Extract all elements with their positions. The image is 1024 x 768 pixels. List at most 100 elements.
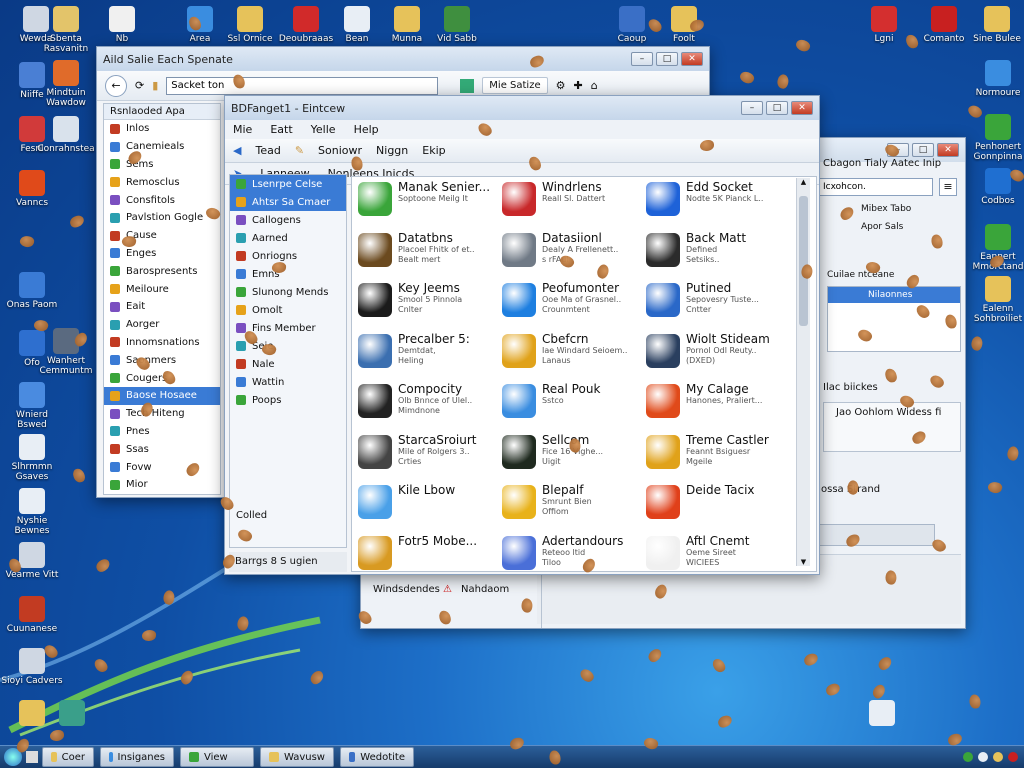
back-list-item[interactable]: Innomsnations [104, 334, 220, 352]
app-tile[interactable]: Sellcom Fice 16 Vighe... Uigit [502, 433, 646, 484]
start-icon[interactable] [4, 748, 22, 766]
app-tile[interactable]: Edd Socket Nodte 5K Pianck L.. [646, 180, 790, 231]
back-list-item[interactable]: Inlos [104, 120, 220, 138]
desktop-icon[interactable]: Wanhert Cemmuntm [34, 328, 98, 376]
minimize-button[interactable]: – [741, 101, 763, 115]
scroll-thumb[interactable] [799, 196, 808, 326]
desktop-icon[interactable]: Nb [90, 6, 154, 44]
back-list-item[interactable]: Cause [104, 227, 220, 245]
desktop-icon[interactable]: Sine Bulee [965, 6, 1024, 44]
right-dropdown[interactable]: Nilaonnes [828, 287, 960, 303]
address-input[interactable] [166, 76, 439, 95]
app-tile[interactable]: Datasiionl Dealy A Frellenett.. s rFAul [502, 231, 646, 282]
menu-item[interactable]: Mie [233, 123, 252, 136]
toolbar-item[interactable]: Ekip [422, 144, 445, 157]
desktop-icon[interactable]: Conrahnstea [34, 116, 98, 154]
desktop-icon[interactable]: Onas Paom [0, 272, 64, 310]
back-list-item[interactable]: Saonmers [104, 351, 220, 369]
back-icon[interactable]: ◀ [233, 144, 241, 157]
desktop-icon[interactable]: Mindtuin Wawdow [34, 60, 98, 108]
back-list-item[interactable]: Pavlstion Gogle [104, 209, 220, 227]
sidebar-item[interactable]: Fins Member [230, 319, 346, 337]
desktop-icon[interactable]: Foolt [652, 6, 716, 44]
quicklaunch-icon[interactable] [26, 751, 38, 763]
desktop-icon[interactable]: Wnierd Bswed [0, 382, 64, 430]
main-window-titlebar[interactable]: BDFanget1 - Eintcew – □ ✕ [225, 96, 819, 120]
app-tile[interactable]: Fotr5 Mobe... [358, 534, 502, 585]
app-tile[interactable]: Putined Sepovesry Tuste... Cntter [646, 281, 790, 332]
minimize-button[interactable]: – [631, 52, 653, 66]
plus-icon[interactable]: ✚ [573, 79, 582, 92]
sidebar-item[interactable]: Omolt [230, 301, 346, 319]
scroll-down-icon[interactable]: ▼ [797, 558, 810, 566]
option-one[interactable]: Mibex Tabo [861, 204, 911, 214]
desktop-icon[interactable]: Normoure [966, 60, 1024, 98]
menu-item[interactable]: Eatt [270, 123, 292, 136]
gear-icon[interactable]: ⚙ [556, 79, 566, 92]
tray-security-icon[interactable] [1008, 752, 1018, 762]
back-list-item[interactable]: Remosclus [104, 173, 220, 191]
back-list-item[interactable]: Aorger [104, 316, 220, 334]
sidebar-item[interactable]: Slunong Mends [230, 283, 346, 301]
app-tile[interactable]: StarcaSroiurt Mile of Rolgers 3.. Crties [358, 433, 502, 484]
desktop-icon[interactable]: Codbos [966, 168, 1024, 206]
maximize-button[interactable]: □ [912, 143, 934, 157]
right-link[interactable]: Ilac biickes [823, 382, 878, 393]
app-tile[interactable]: Aftl Cnemt Oeme Sireet WlCIEES [646, 534, 790, 585]
app-tile[interactable]: Kile Lbow [358, 483, 502, 534]
menu-item[interactable]: Yelle [311, 123, 336, 136]
desktop-icon[interactable]: Slhrmmn Gsaves [0, 434, 64, 482]
sidebar-item[interactable]: Seie [230, 337, 346, 355]
taskbar-button[interactable]: Coer [42, 747, 94, 767]
desktop-icon[interactable]: Cuunanese [0, 596, 64, 634]
option-two[interactable]: Apor Sals [861, 222, 903, 232]
search-button[interactable]: Mie Satize [482, 77, 548, 94]
desktop-icon[interactable]: Penhonert Gonnpinna [966, 114, 1024, 162]
app-tile[interactable]: Precalber 5: Demtdat, Heling [358, 332, 502, 383]
app-tile[interactable]: Blepalf Smrunt Bien Offiom [502, 483, 646, 534]
minimize-button[interactable]: – [887, 143, 909, 157]
taskbar-button[interactable]: Wavusw [260, 747, 334, 767]
tray-network-icon[interactable] [963, 752, 973, 762]
desktop-icon[interactable] [850, 700, 914, 728]
back-list-item[interactable]: Mior [104, 476, 220, 494]
toolbar-item[interactable]: Niggn [376, 144, 408, 157]
tray-update-icon[interactable] [993, 752, 1003, 762]
close-button[interactable]: ✕ [681, 52, 703, 66]
maximize-button[interactable]: □ [766, 101, 788, 115]
sidebar-item[interactable]: Lsenrpe Celse [230, 175, 346, 193]
app-tile[interactable]: Deide Tacix [646, 483, 790, 534]
toolbar-item[interactable]: Tead [255, 144, 280, 157]
back-window-titlebar[interactable]: Aild Salie Each Spenate – □ ✕ [97, 47, 709, 71]
desktop-icon[interactable] [40, 700, 104, 728]
app-tile[interactable]: Treme Castler Feannt Bsiguesr Mgeile [646, 433, 790, 484]
back-list-item[interactable]: Fovw [104, 458, 220, 476]
sidebar-item[interactable]: Callogens [230, 211, 346, 229]
desktop-icon[interactable]: Lgni [852, 6, 916, 44]
back-list-item[interactable]: Eait [104, 298, 220, 316]
sidebar-item[interactable]: Aarned [230, 229, 346, 247]
toolbar-item[interactable]: Soniowr [318, 144, 362, 157]
desktop-icon[interactable]: Ssl Ornice [218, 6, 282, 44]
app-tile[interactable]: Manak Senier... Soptoone Meilg It [358, 180, 502, 231]
desktop-icon[interactable]: Sioyi Cadvers [0, 648, 64, 686]
scroll-up-icon[interactable]: ▲ [797, 178, 810, 186]
back-list-item[interactable]: Barospresents [104, 262, 220, 280]
sidebar-item[interactable]: Emns [230, 265, 346, 283]
back-list-item[interactable]: Cougers [104, 369, 220, 387]
maximize-button[interactable]: □ [656, 52, 678, 66]
app-icon[interactable] [460, 78, 475, 93]
sidebar-item[interactable]: Onriogns [230, 247, 346, 265]
folder-icon[interactable]: ▮ [152, 79, 158, 92]
taskbar-button[interactable]: View [180, 747, 254, 767]
app-tile[interactable]: Cbefcrn Iae Windard Seioem.. Lanaus [502, 332, 646, 383]
desktop-icon[interactable]: Vid Sabb [425, 6, 489, 44]
back-list-item[interactable]: Baose Hosaee [104, 386, 220, 405]
back-arrow-icon[interactable]: ← [105, 74, 127, 97]
back-list-item[interactable]: Consfitols [104, 191, 220, 209]
back-list-item[interactable]: Canemieals [104, 138, 220, 156]
taskbar-button[interactable]: Wedotite [340, 747, 414, 767]
right-field[interactable] [819, 178, 933, 196]
refresh-icon[interactable]: ⟳ [135, 79, 144, 92]
app-tile[interactable]: Adertandours Reteoo ltid Tiloo [502, 534, 646, 585]
